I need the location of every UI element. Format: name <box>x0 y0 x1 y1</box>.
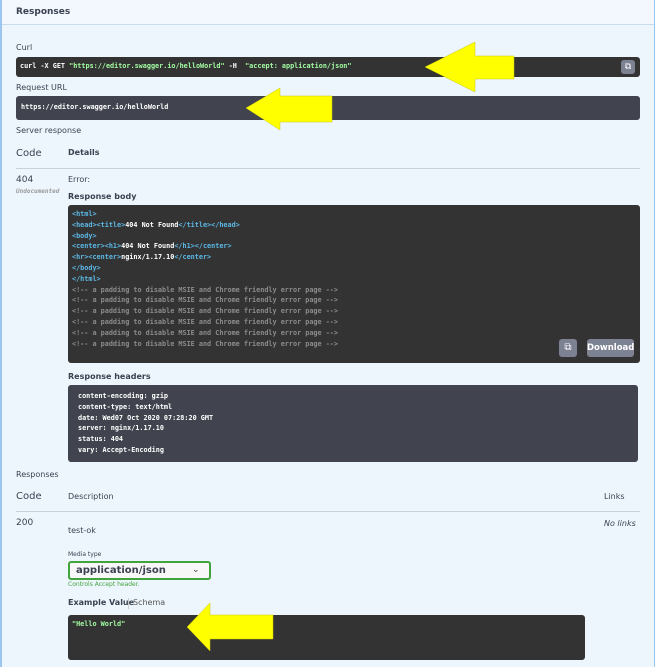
header-line: content-encoding: gzip <box>78 392 169 400</box>
header-line: content-type: text/html <box>78 402 173 411</box>
col-code: Code <box>16 491 42 502</box>
response-code: 404 <box>16 175 34 185</box>
response-body-box[interactable]: <html> <head><title>404 Not Found</title>… <box>68 205 640 363</box>
response-headers-box[interactable]: content-encoding: gzip content-type: text… <box>68 385 638 462</box>
code-token: <!-- a padding to disable MSIE and Chrom… <box>72 339 338 348</box>
chevron-down-icon: ⌄ <box>192 565 200 575</box>
example-value-box[interactable]: "Hello World" <box>68 615 585 660</box>
section-title: Responses <box>16 7 71 17</box>
curl-flag: -H <box>224 62 241 70</box>
copy-curl-button[interactable]: ⧉ <box>621 60 635 74</box>
code-token: <!-- a padding to disable MSIE and Chrom… <box>72 296 338 305</box>
code-line: <body> <box>72 231 338 242</box>
code-token: <html> <box>72 210 97 218</box>
curl-box[interactable]: curl -X GET "https://editor.swagger.io/h… <box>16 57 640 77</box>
code-line: <!-- a padding to disable MSIE and Chrom… <box>72 339 338 350</box>
col-code: Code <box>16 148 42 159</box>
curl-prefix: curl -X GET <box>20 62 70 70</box>
code-token: <!-- a padding to disable MSIE and Chrom… <box>72 328 338 337</box>
controls-note: Controls Accept header. <box>68 581 140 588</box>
response-body-label: Response body <box>68 192 137 201</box>
header-line: date: Wed07 Oct 2020 07:28:20 GMT <box>78 413 214 422</box>
tab-schema[interactable]: Schema <box>133 598 165 607</box>
code-line: <!-- a padding to disable MSIE and Chrom… <box>72 285 338 296</box>
code-token: <!-- a padding to disable MSIE and Chrom… <box>72 317 338 326</box>
divider <box>16 511 640 512</box>
code-line: <hr><center>nginx/1.17.10</center> <box>72 252 338 263</box>
curl-url: "https://editor.swagger.io/helloWorld" <box>69 62 225 70</box>
header-line: server: nginx/1.17.10 <box>78 424 164 433</box>
code-token: </title></head> <box>178 220 240 229</box>
divider <box>16 168 640 169</box>
media-type-value: application/json <box>76 565 166 576</box>
code-line: <html> <box>72 209 338 220</box>
code-line: <center><h1>404 Not Found</h1></center> <box>72 241 338 252</box>
error-label: Error: <box>68 175 91 184</box>
tab-separator <box>128 598 129 609</box>
curl-header: "accept: application/json" <box>240 62 352 70</box>
code-token: </body> <box>72 263 101 272</box>
code-line: <!-- a padding to disable MSIE and Chrom… <box>72 328 338 339</box>
code-token: <body> <box>72 231 97 240</box>
curl-label: Curl <box>16 43 33 52</box>
code-token: <head><title> <box>72 220 126 229</box>
response-body-code: <html> <head><title>404 Not Found</title>… <box>72 209 338 349</box>
code-token: <!-- a padding to disable MSIE and Chrom… <box>72 307 338 316</box>
code-token: 404 Not Found <box>125 220 179 229</box>
col-description: Description <box>68 492 114 501</box>
request-url-box[interactable]: https://editor.swagger.io/helloWorld <box>16 96 640 120</box>
header-line: vary: Accept-Encoding <box>78 445 164 454</box>
server-response-label: Server response <box>16 126 82 135</box>
code-line: <!-- a padding to disable MSIE and Chrom… <box>72 317 338 328</box>
download-button[interactable]: Download <box>587 339 634 357</box>
code-token: </html> <box>72 274 101 283</box>
responses-header: Responses <box>2 0 654 25</box>
media-type-label: Media type <box>68 551 102 558</box>
code-token: </center> <box>174 253 212 262</box>
code-line: <!-- a padding to disable MSIE and Chrom… <box>72 295 338 306</box>
code-token: </h1></center> <box>174 242 232 251</box>
response-headers-list: content-encoding: gzip content-type: text… <box>78 391 213 456</box>
code-token: 404 Not Found <box>121 242 175 251</box>
response-headers-label: Response headers <box>68 372 151 381</box>
code-line: <head><title>404 Not Found</title></head… <box>72 220 338 231</box>
code-line: </body> <box>72 263 338 274</box>
code-token: <hr><center> <box>72 253 122 262</box>
no-links: No links <box>604 519 636 528</box>
request-url-label: Request URL <box>16 83 67 92</box>
responses-label: Responses <box>16 470 59 479</box>
header-line: status: 404 <box>78 435 124 444</box>
response-code: 200 <box>16 518 34 528</box>
code-token: <center><h1> <box>72 242 122 251</box>
tab-example-value[interactable]: Example Value <box>68 598 134 607</box>
copy-body-button[interactable]: ⧉ <box>559 339 577 357</box>
copy-icon: ⧉ <box>564 342 572 353</box>
code-token: <!-- a padding to disable MSIE and Chrom… <box>72 285 338 294</box>
code-line: </html> <box>72 274 338 285</box>
undocumented-note: Undocumented <box>16 188 60 195</box>
col-details: Details <box>68 148 100 157</box>
response-description: test-ok <box>68 526 96 535</box>
example-value: "Hello World" <box>72 620 126 628</box>
media-type-select[interactable]: application/json ⌄ <box>68 561 211 580</box>
request-url-value: https://editor.swagger.io/helloWorld <box>21 103 169 111</box>
code-token: nginx/1.17.10 <box>121 253 175 262</box>
code-line: <!-- a padding to disable MSIE and Chrom… <box>72 306 338 317</box>
copy-icon: ⧉ <box>624 62 632 72</box>
col-links: Links <box>604 492 625 501</box>
